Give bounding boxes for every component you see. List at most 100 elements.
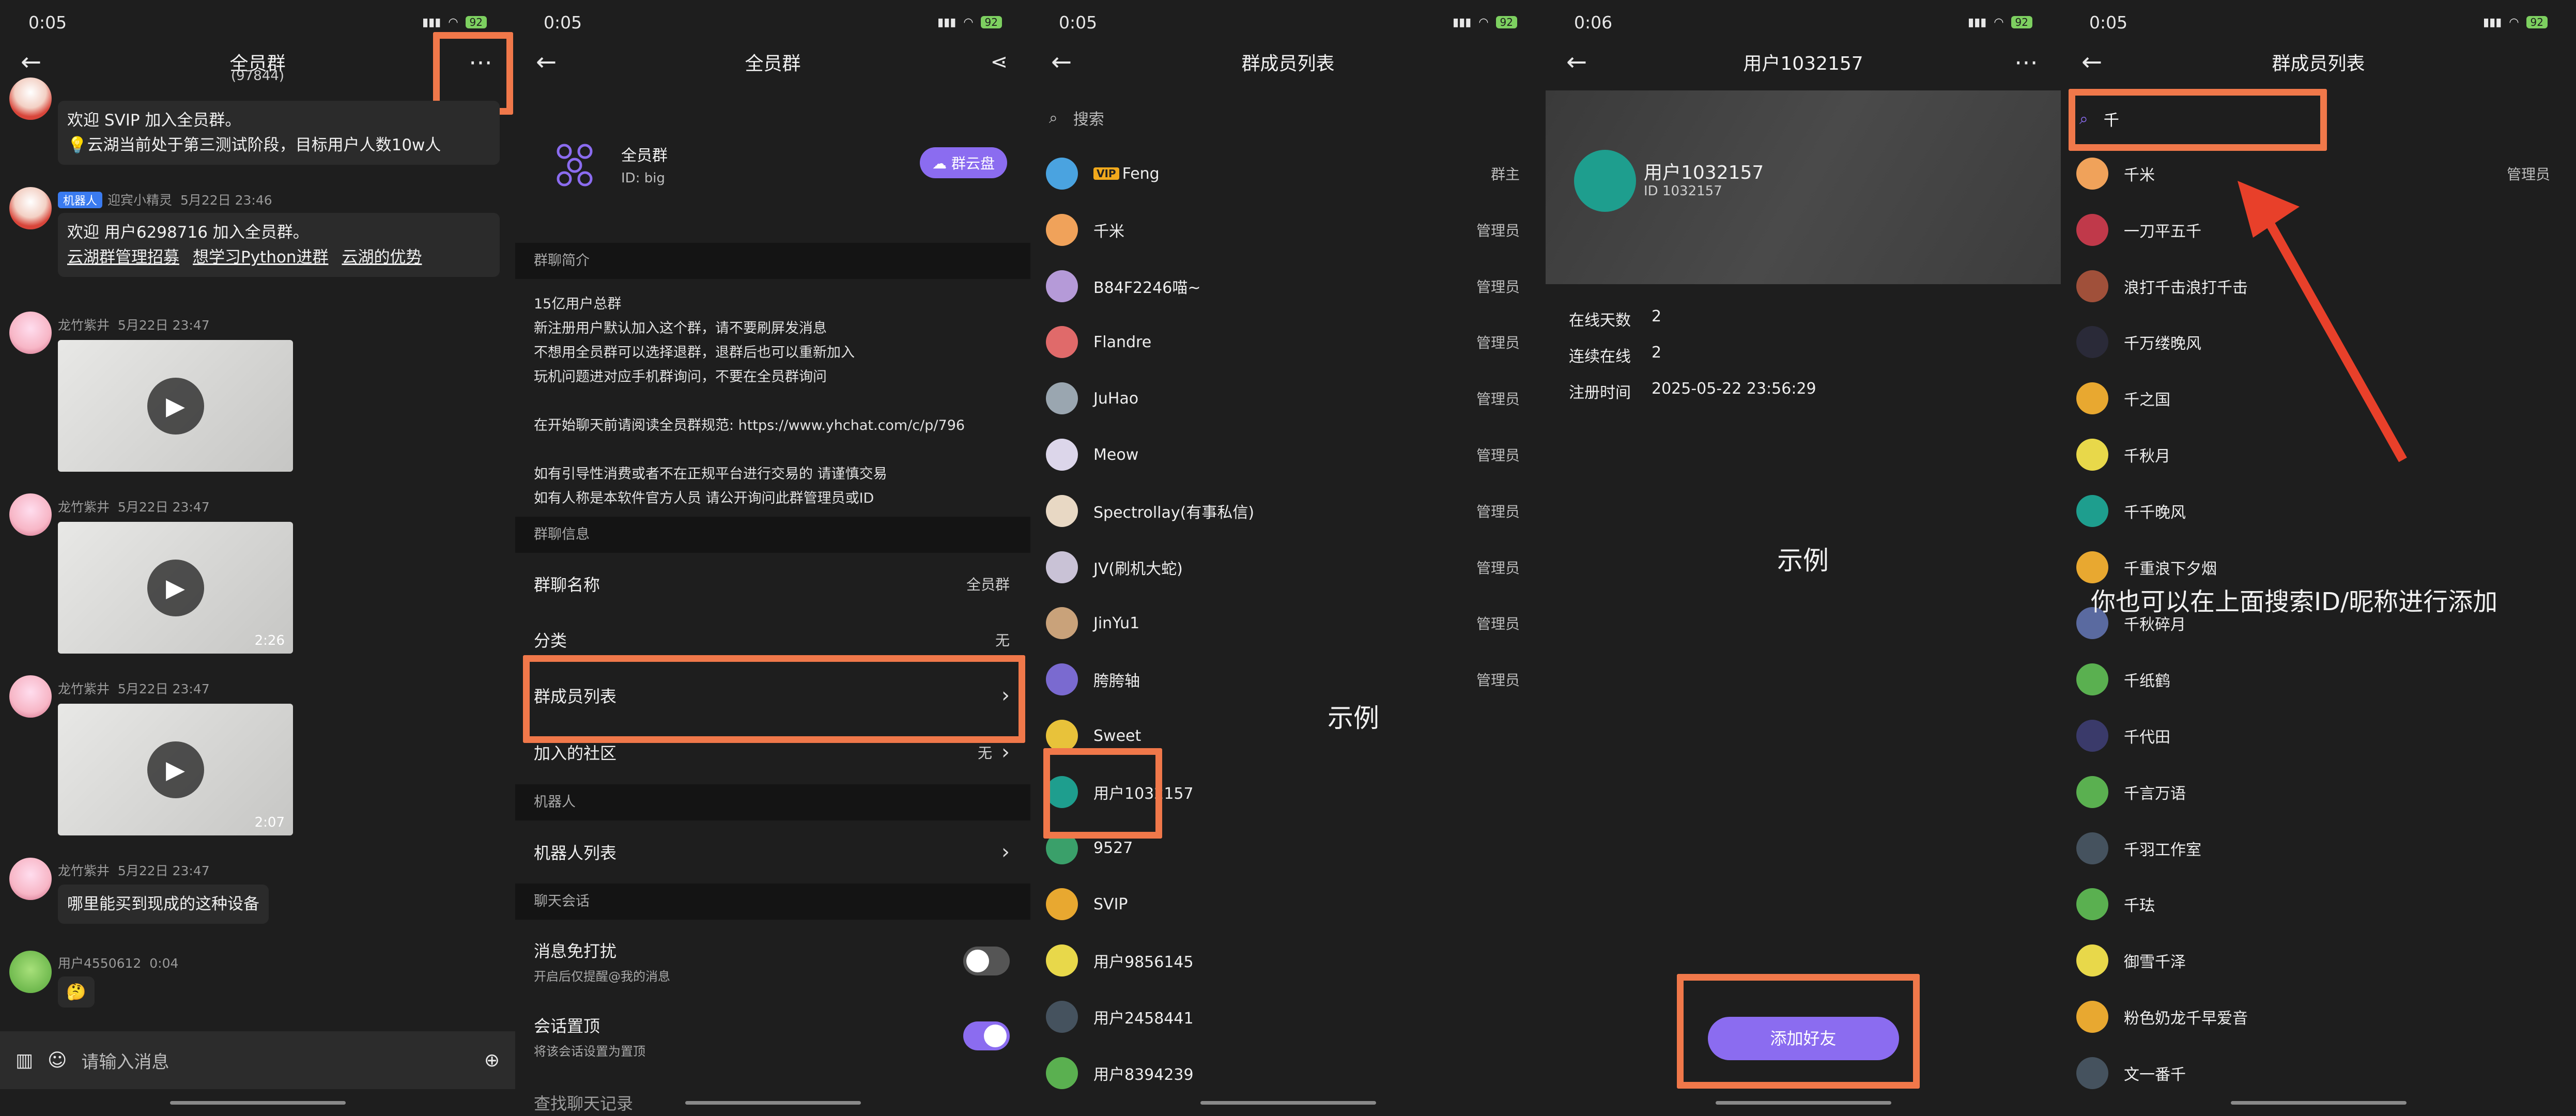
member-row[interactable]: 千米 管理员 (1030, 202, 1546, 258)
avatar[interactable] (1046, 888, 1078, 921)
message-link[interactable]: 云湖的优势 (342, 248, 422, 267)
message-input[interactable]: 请输入消息 (82, 1048, 470, 1073)
member-row[interactable]: JuHao 管理员 (1030, 370, 1546, 426)
search-input[interactable]: 搜索 (1073, 106, 1104, 129)
avatar[interactable] (2076, 382, 2108, 415)
member-row[interactable]: SVIP (1030, 876, 1546, 932)
member-row[interactable]: 千珐 (2061, 876, 2576, 932)
member-row[interactable]: Meow 管理员 (1030, 427, 1546, 483)
avatar[interactable] (9, 858, 52, 900)
avatar[interactable] (1046, 663, 1078, 696)
avatar[interactable] (2076, 326, 2108, 359)
member-row[interactable]: 千米 管理员 (2061, 146, 2576, 202)
avatar[interactable] (1046, 551, 1078, 583)
mute-toggle[interactable] (963, 947, 1010, 975)
member-row[interactable]: 千秋月 (2061, 427, 2576, 483)
member-row[interactable]: 粉色奶龙千早爱音 (2061, 989, 2576, 1045)
back-arrow-icon[interactable]: ← (1566, 50, 1587, 74)
member-row[interactable]: 千言万语 (2061, 764, 2576, 820)
avatar[interactable] (2076, 776, 2108, 808)
avatar[interactable] (1046, 326, 1078, 359)
avatar[interactable] (2076, 158, 2108, 190)
avatar[interactable] (2076, 720, 2108, 752)
back-arrow-icon[interactable]: ← (1051, 50, 1072, 74)
member-row[interactable]: JinYu1 管理员 (1030, 595, 1546, 651)
add-icon[interactable]: ⊕ (484, 1050, 500, 1071)
video-message[interactable]: ▶ 2:26 (58, 522, 293, 654)
avatar[interactable] (1046, 494, 1078, 527)
avatar[interactable] (1046, 158, 1078, 190)
row-bot-list[interactable]: 机器人列表 › (515, 824, 1030, 880)
member-row[interactable]: 千纸鹤 (2061, 652, 2576, 707)
avatar[interactable] (9, 675, 52, 718)
member-row[interactable]: 文一番千 (2061, 1045, 2576, 1101)
member-row[interactable]: JV(刷机大蛇) 管理员 (1030, 539, 1546, 595)
back-arrow-icon[interactable]: ← (536, 50, 557, 74)
avatar[interactable] (2076, 663, 2108, 696)
avatar[interactable] (1046, 213, 1078, 246)
avatar[interactable] (2076, 1057, 2108, 1089)
member-row[interactable]: 千代田 (2061, 708, 2576, 764)
avatar[interactable] (2076, 270, 2108, 302)
member-search[interactable]: ⌕ 搜索 (1030, 92, 1546, 144)
member-row[interactable]: 浪打千击浪打千击 (2061, 258, 2576, 314)
avatar[interactable] (2076, 439, 2108, 471)
member-row[interactable]: 胯胯轴 管理员 (1030, 652, 1546, 707)
row-community[interactable]: 加入的社区无 › (515, 724, 1030, 780)
message-link[interactable]: 想学习Python进群 (193, 248, 328, 267)
back-arrow-icon[interactable]: ← (2081, 50, 2102, 74)
member-role: 管理员 (1476, 615, 1520, 633)
message-meta: 龙竹紫井 5月22日 23:47 (58, 500, 210, 515)
avatar[interactable] (1046, 439, 1078, 471)
avatar[interactable] (9, 312, 52, 354)
signal-icon: ▮▮▮ (2483, 16, 2502, 29)
group-cloud-button[interactable]: ☁ 群云盘 (920, 147, 1007, 178)
member-row[interactable]: VIP Feng 群主 (1030, 146, 1546, 202)
avatar[interactable] (1046, 607, 1078, 640)
more-icon[interactable]: ⋯ (2014, 48, 2038, 76)
play-icon[interactable]: ▶ (147, 559, 204, 616)
voice-icon[interactable]: ▥ (16, 1050, 33, 1071)
avatar[interactable] (9, 493, 52, 536)
member-row[interactable]: 用户8394239 (1030, 1045, 1546, 1101)
avatar[interactable] (9, 78, 52, 120)
message-link[interactable]: 云湖群管理招募 (67, 248, 179, 267)
avatar[interactable] (2076, 832, 2108, 864)
avatar[interactable] (2076, 944, 2108, 977)
avatar[interactable] (1046, 1001, 1078, 1033)
avatar[interactable] (2076, 213, 2108, 246)
avatar[interactable] (2076, 494, 2108, 527)
member-row[interactable]: 千之国 (2061, 370, 2576, 426)
avatar[interactable] (1046, 720, 1078, 752)
emoji-icon[interactable]: ☺ (48, 1050, 67, 1071)
member-row[interactable]: 千羽工作室 (2061, 820, 2576, 876)
member-row[interactable]: 一刀平五千 (2061, 202, 2576, 258)
member-row[interactable]: 千万缕晚风 (2061, 314, 2576, 370)
member-row[interactable]: Spectrollay(有事私信) 管理员 (1030, 483, 1546, 539)
share-icon[interactable]: ⋖ (990, 48, 1008, 76)
member-row[interactable]: B84F2246喵~ 管理员 (1030, 258, 1546, 314)
video-message[interactable]: ▶ 2:07 (58, 704, 293, 835)
member-row[interactable]: 用户2458441 (1030, 989, 1546, 1045)
avatar[interactable] (1046, 382, 1078, 415)
avatar[interactable] (2076, 888, 2108, 921)
member-role: 管理员 (1476, 559, 1520, 577)
avatar[interactable] (1046, 944, 1078, 977)
avatar[interactable] (1046, 1057, 1078, 1089)
group-header: 全员群 ID: big ☁ 群云盘 (515, 83, 1030, 245)
row-search-history[interactable]: 查找聊天记录 (515, 1075, 1030, 1116)
avatar[interactable] (9, 951, 52, 993)
avatar[interactable] (1046, 270, 1078, 302)
member-row[interactable]: 用户9856145 (1030, 933, 1546, 988)
avatar[interactable] (2076, 1001, 2108, 1033)
video-message[interactable]: ▶ (58, 340, 293, 472)
avatar[interactable] (2076, 551, 2108, 583)
avatar[interactable] (9, 187, 52, 229)
play-icon[interactable]: ▶ (147, 377, 204, 435)
pin-toggle[interactable] (963, 1021, 1010, 1050)
member-row[interactable]: 御雪千泽 (2061, 933, 2576, 988)
member-row[interactable]: Flandre 管理员 (1030, 314, 1546, 370)
play-icon[interactable]: ▶ (147, 741, 204, 798)
row-group-name[interactable]: 群聊名称 全员群 (515, 556, 1030, 612)
member-row[interactable]: 千千晚风 (2061, 483, 2576, 539)
